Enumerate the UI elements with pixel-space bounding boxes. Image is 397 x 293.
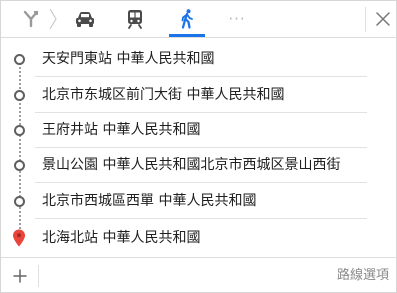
waypoint-row[interactable]: 北海北站 中華人民共和國 xyxy=(1,220,397,256)
route-split-icon[interactable] xyxy=(19,1,43,37)
travel-mode-bar: ··· xyxy=(1,1,397,38)
plus-icon[interactable] xyxy=(10,266,30,286)
waypoint-row[interactable]: 王府井站 中華人民共和國 xyxy=(1,112,397,148)
more-modes-icon[interactable]: ··· xyxy=(223,1,251,37)
waypoint-label: 天安門東站 中華人民共和國 xyxy=(42,51,215,67)
directions-panel: ··· 天安門東站 中華人民共和國 北京市东城区前门大街 中華人民共和國 王府井… xyxy=(0,0,397,293)
waypoint-dot-icon xyxy=(14,54,25,65)
car-icon[interactable] xyxy=(69,1,101,37)
waypoint-label: 北京市西城區西單 中華人民共和國 xyxy=(42,193,257,209)
waypoint-label: 北京市东城区前门大街 中華人民共和國 xyxy=(42,87,285,103)
waypoint-row[interactable]: 景山公園 中華人民共和國北京市西城区景山西街 xyxy=(1,147,397,183)
route-options-link[interactable]: 路線選項 xyxy=(337,258,389,293)
more-label: ··· xyxy=(228,10,246,28)
walk-icon[interactable] xyxy=(173,1,201,37)
waypoint-dot-icon xyxy=(14,125,25,136)
waypoint-dot-icon xyxy=(14,160,25,171)
waypoint-dot-icon xyxy=(14,90,25,101)
destination-pin-icon xyxy=(13,229,25,247)
waypoint-label: 景山公園 中華人民共和國北京市西城区景山西街 xyxy=(42,157,341,173)
waypoint-row[interactable]: 北京市东城区前门大街 中華人民共和國 xyxy=(1,77,397,113)
train-icon[interactable] xyxy=(121,1,149,37)
row-divider xyxy=(35,218,367,219)
waypoint-label: 王府井站 中華人民共和國 xyxy=(42,122,201,138)
bottom-bar: 路線選項 xyxy=(1,257,397,293)
waypoint-label: 北海北站 中華人民共和國 xyxy=(42,230,201,246)
close-icon[interactable] xyxy=(369,1,397,37)
chevron-right-icon xyxy=(46,1,60,37)
divider xyxy=(38,265,39,287)
divider xyxy=(365,7,366,32)
waypoint-row[interactable]: 北京市西城區西單 中華人民共和國 xyxy=(1,183,397,219)
active-mode-indicator xyxy=(169,34,205,37)
waypoint-row[interactable]: 天安門東站 中華人民共和國 xyxy=(1,41,397,77)
waypoint-dot-icon xyxy=(14,196,25,207)
